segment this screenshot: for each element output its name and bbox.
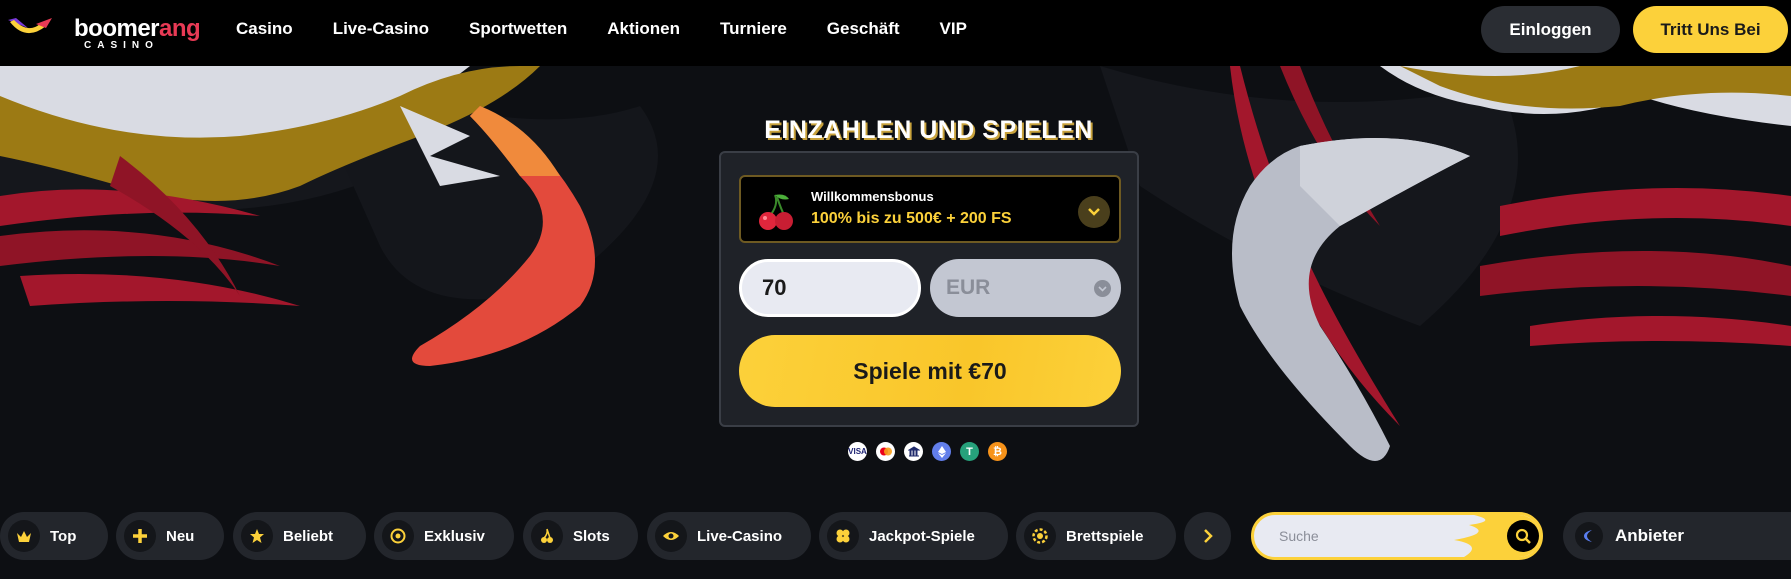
nav-sportwetten[interactable]: Sportwetten [469,19,567,39]
star-icon [241,520,273,552]
category-popular[interactable]: Beliebt [233,512,366,560]
visa-icon: VISA [848,442,867,461]
chip-icon [1024,520,1056,552]
search-box [1251,512,1543,560]
category-label: Brettspiele [1066,527,1144,545]
logo-subtitle: CASINO [84,40,159,51]
boomerang-logo-icon [8,18,52,34]
mastercard-icon [876,442,895,461]
join-button[interactable]: Tritt Uns Bei [1633,6,1788,53]
logo[interactable]: boomerang CASINO [6,12,206,54]
nav-casino[interactable]: Casino [236,19,293,39]
bonus-offer: 100% bis zu 500€ + 200 FS [811,210,1012,227]
nav-geschaeft[interactable]: Geschäft [827,19,900,39]
category-label: Beliebt [283,527,334,545]
cherry-icon [759,194,793,230]
category-label: Top [50,527,77,545]
chevron-down-icon[interactable] [1078,196,1110,228]
category-board[interactable]: Brettspiele [1016,512,1176,560]
eye-icon [655,520,687,552]
category-label: Neu [166,527,195,545]
logo-wordmark: boomerang [74,15,201,42]
plus-icon [124,520,156,552]
top-header: boomerang CASINO Casino Live-Casino Spor… [0,0,1791,66]
provider-filter[interactable]: Anbieter [1563,512,1791,560]
currency-value: EUR [946,276,991,299]
category-label: Jackpot-Spiele [869,527,975,545]
bitcoin-icon: ₿ [988,442,1007,461]
bank-icon [904,442,923,461]
category-label: Exklusiv [424,527,485,545]
hero-banner: EINZAHLEN UND SPIELEN Willkommensbonus 1… [0,66,1791,579]
nav-live-casino[interactable]: Live-Casino [333,19,429,39]
hero-title: EINZAHLEN UND SPIELEN [764,116,1093,144]
category-label: Live-Casino [697,527,783,545]
category-new[interactable]: Neu [116,512,224,560]
search-icon[interactable] [1507,520,1539,552]
payment-methods: VISA T ₿ [848,442,1007,461]
bonus-label: Willkommensbonus [811,189,934,204]
provider-label: Anbieter [1615,526,1684,545]
category-slots[interactable]: Slots [523,512,638,560]
category-bar: Top Neu Beliebt Exklusiv Slots Live-Casi… [0,505,1791,565]
currency-select[interactable]: EUR [930,259,1121,317]
provider-icon [1575,522,1603,550]
nav-aktionen[interactable]: Aktionen [607,19,680,39]
category-top[interactable]: Top [0,512,108,560]
nav-turniere[interactable]: Turniere [720,19,787,39]
category-jackpot[interactable]: Jackpot-Spiele [819,512,1008,560]
deposit-amount-input[interactable]: 70 [739,259,921,317]
ethereum-icon [932,442,951,461]
login-button[interactable]: Einloggen [1481,6,1620,53]
play-button[interactable]: Spiele mit €70 [739,335,1121,407]
welcome-bonus-selector[interactable]: Willkommensbonus 100% bis zu 500€ + 200 … [739,175,1121,243]
exclusive-icon [382,520,414,552]
chevron-down-icon [1094,280,1111,297]
cherry-icon [531,520,563,552]
category-live-casino[interactable]: Live-Casino [647,512,811,560]
nav-vip[interactable]: VIP [940,19,967,39]
crown-icon [8,520,40,552]
tether-icon: T [960,442,979,461]
category-exclusive[interactable]: Exklusiv [374,512,514,560]
clover-icon [827,520,859,552]
search-input[interactable] [1254,515,1474,557]
deposit-card: Willkommensbonus 100% bis zu 500€ + 200 … [719,151,1139,427]
chevron-right-icon[interactable] [1184,512,1231,560]
main-nav: Casino Live-Casino Sportwetten Aktionen … [236,0,1007,58]
category-label: Slots [573,527,610,545]
